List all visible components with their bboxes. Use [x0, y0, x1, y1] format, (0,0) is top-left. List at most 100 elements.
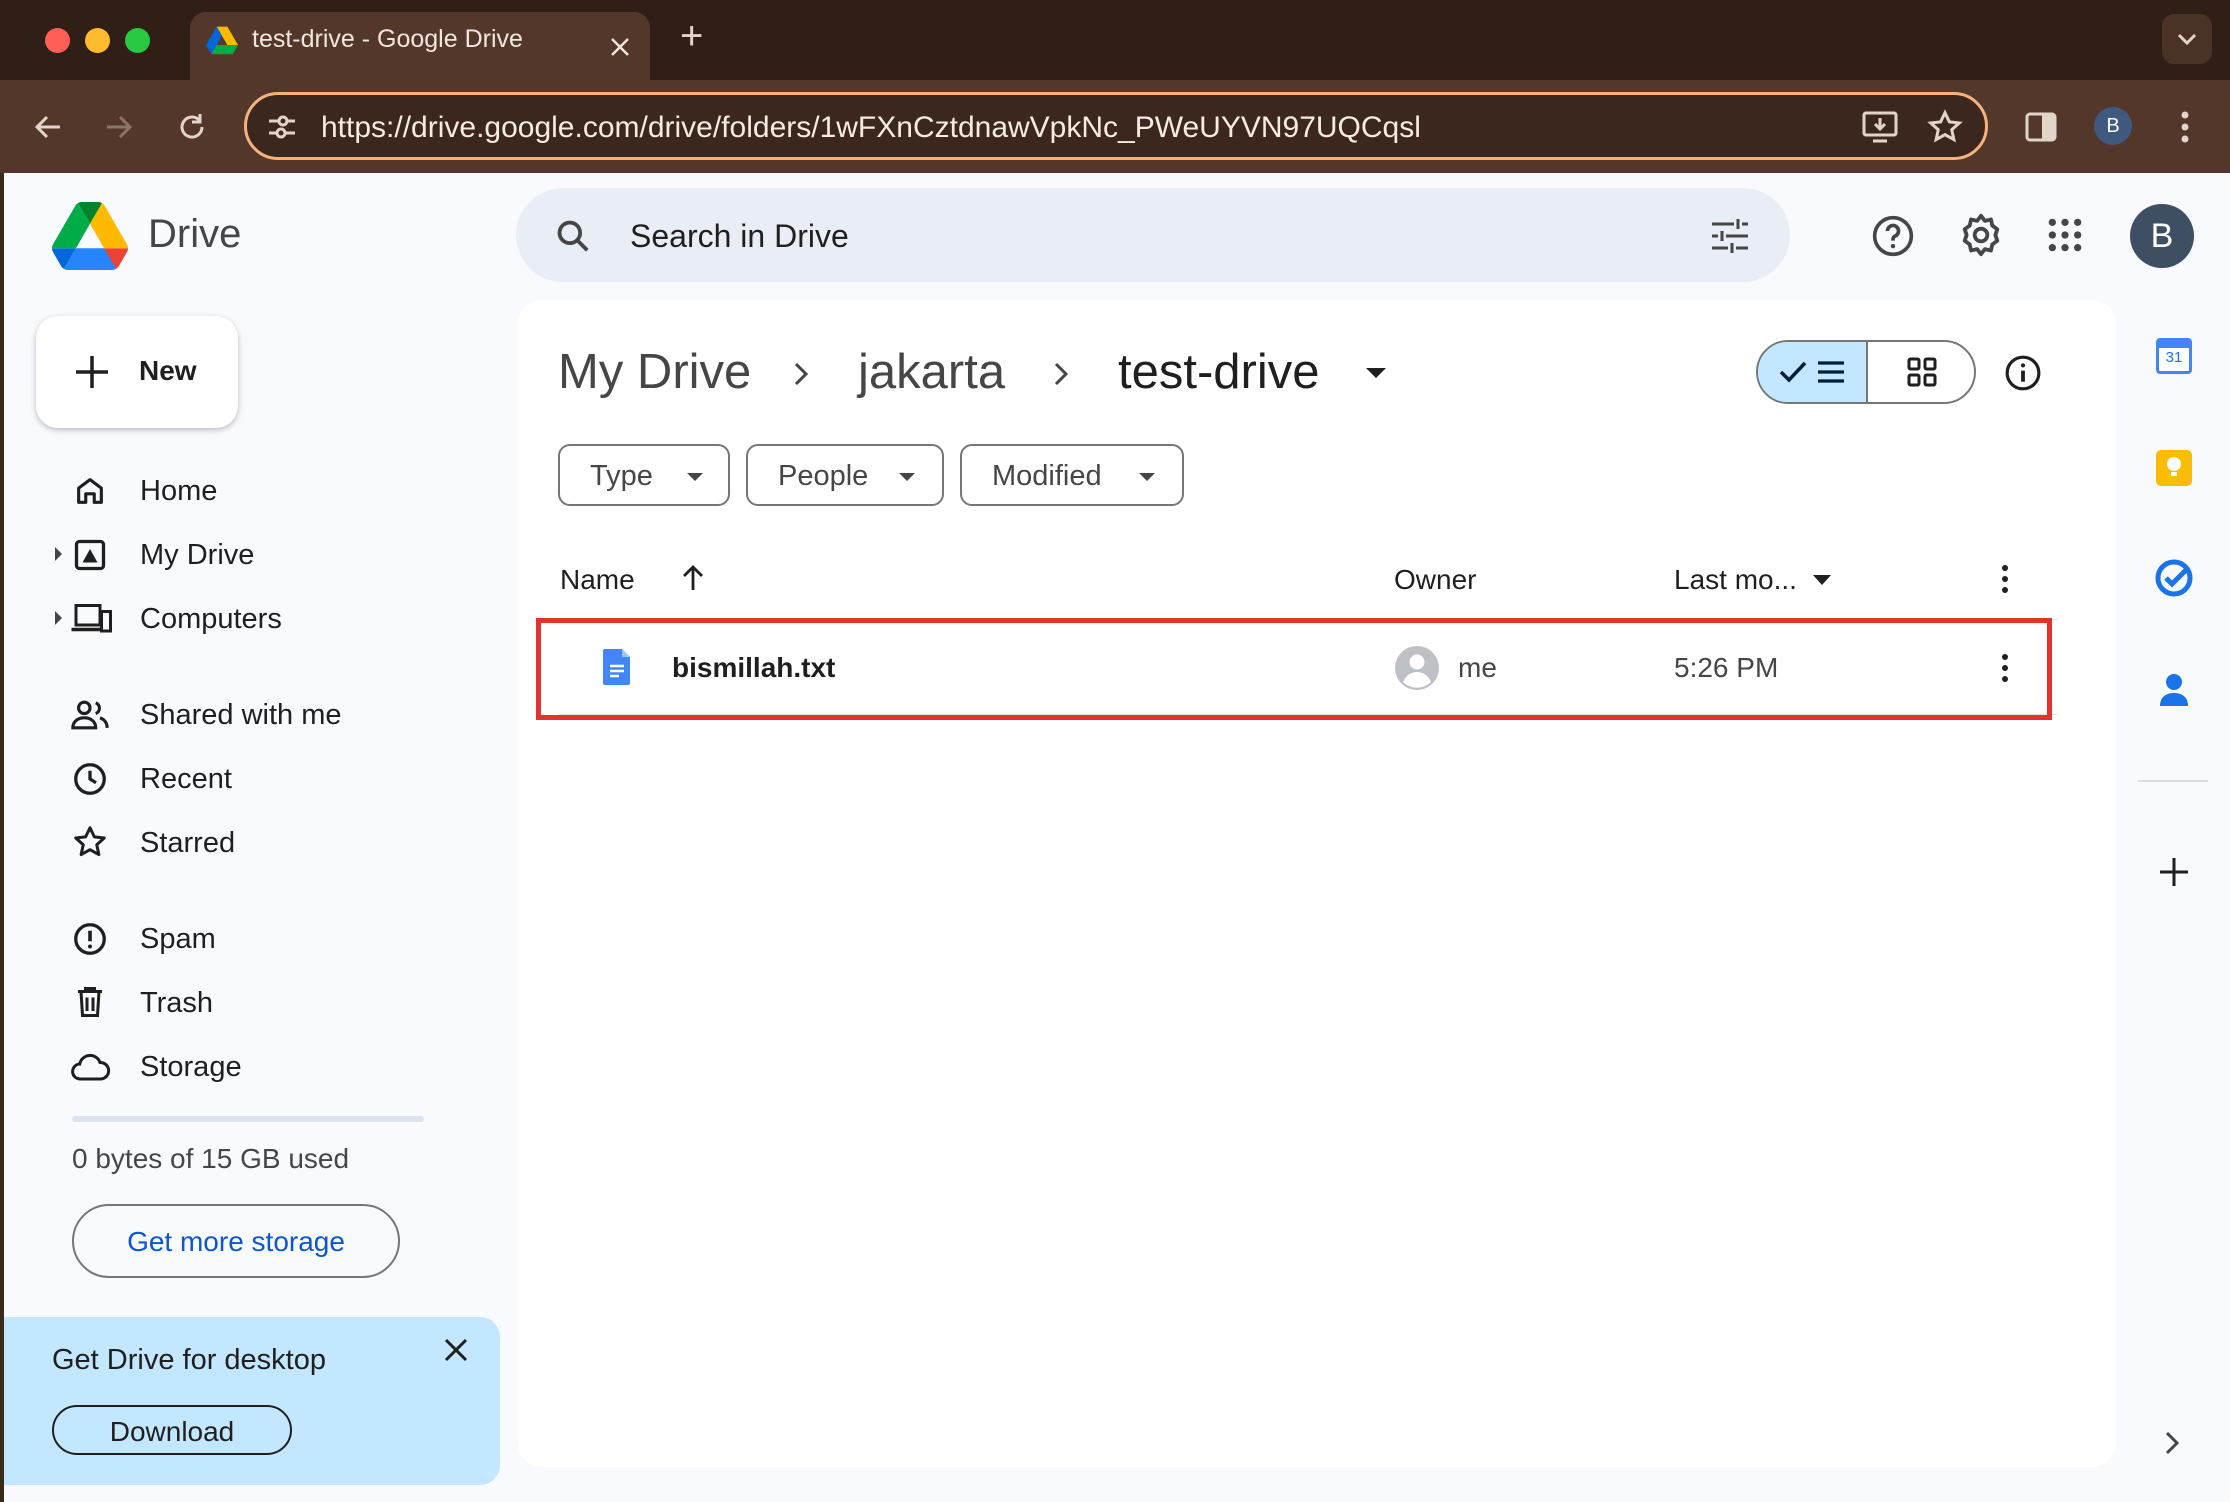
sidebar-item-my-drive[interactable]: My Drive [40, 522, 500, 586]
sidebar-item-storage[interactable]: Storage [40, 1034, 500, 1098]
sidebar-item-label: Trash [140, 987, 214, 1019]
list-icon [1818, 361, 1844, 383]
new-tab-button[interactable]: + [680, 14, 703, 59]
sidebar-item-label: My Drive [140, 539, 255, 571]
browser-menu-icon[interactable] [2170, 108, 2200, 146]
settings-gear-icon[interactable] [1958, 212, 2004, 258]
calendar-day: 31 [2165, 349, 2183, 366]
view-toggle [1756, 340, 1976, 404]
sidebar-item-spam[interactable]: Spam [40, 906, 500, 970]
sidebar-item-computers[interactable]: Computers [40, 586, 500, 650]
close-window-button[interactable] [45, 28, 70, 53]
drive-favicon-icon [206, 26, 238, 55]
dropdown-arrow-icon [899, 473, 915, 481]
bookmark-star-icon[interactable] [1927, 109, 1963, 145]
trash-icon [78, 987, 102, 1017]
back-icon[interactable] [32, 111, 64, 143]
add-addon-icon[interactable] [2158, 856, 2190, 888]
profile-avatar[interactable]: B [2094, 107, 2132, 145]
side-panel: 31 [2132, 300, 2212, 1480]
chevron-down-icon [2177, 33, 2197, 46]
install-app-icon[interactable] [1861, 109, 1899, 145]
list-view-button[interactable] [1758, 342, 1868, 402]
new-button-label: New [139, 355, 197, 386]
sort-up-arrow-icon[interactable] [680, 564, 706, 592]
sidebar-item-home[interactable]: Home [40, 458, 500, 522]
lightbulb-icon [2167, 457, 2181, 476]
filter-type-chip[interactable]: Type [558, 444, 730, 506]
filter-label: People [778, 460, 869, 492]
breadcrumb: My Drive jakarta test-drive [558, 338, 1398, 408]
search-options-icon[interactable] [1710, 217, 1750, 255]
breadcrumb-jakarta[interactable]: jakarta [858, 344, 1005, 400]
divider [2138, 780, 2208, 782]
current-folder-menu[interactable]: test-drive [1118, 338, 1398, 408]
get-more-storage-label: Get more storage [127, 1226, 345, 1257]
search-bar[interactable]: Search in Drive [516, 188, 1790, 282]
sidebar-item-label: Home [140, 475, 218, 507]
plus-icon [76, 356, 108, 388]
dropdown-arrow-icon [1139, 473, 1155, 481]
breadcrumb-my-drive[interactable]: My Drive [558, 344, 751, 400]
info-icon[interactable] [2004, 354, 2042, 392]
dropdown-arrow-icon [687, 473, 703, 481]
filter-label: Type [590, 460, 653, 492]
contacts-app-icon[interactable] [2158, 672, 2190, 708]
check-icon [1779, 361, 1807, 383]
tasks-app-icon[interactable] [2154, 558, 2194, 598]
chevron-right-icon[interactable] [2164, 1430, 2180, 1456]
minimize-window-button[interactable] [85, 28, 110, 53]
sort-down-arrow-icon[interactable] [1812, 574, 1832, 586]
promo-title: Get Drive for desktop [52, 1344, 326, 1376]
maximize-window-button[interactable] [125, 28, 150, 53]
sidebar-item-recent[interactable]: Recent [40, 746, 500, 810]
browser-tab-bar: test-drive - Google Drive + [0, 0, 2230, 82]
grid-view-icon[interactable] [1906, 356, 1938, 388]
expand-arrow-icon[interactable] [54, 610, 64, 626]
search-input[interactable]: Search in Drive [630, 218, 849, 255]
column-owner-header: Owner [1394, 564, 1477, 595]
clock-icon [74, 763, 106, 795]
sidebar-item-shared[interactable]: Shared with me [40, 682, 500, 746]
sidebar-item-starred[interactable]: Starred [40, 810, 500, 874]
url-text: https://drive.google.com/drive/folders/1… [321, 111, 1421, 144]
column-options-icon[interactable] [1998, 562, 2012, 596]
drive-logo-icon [52, 202, 128, 270]
expand-arrow-icon[interactable] [54, 546, 64, 562]
sidebar-toggle-icon[interactable] [2022, 108, 2060, 146]
new-button[interactable]: New [36, 316, 238, 428]
chevron-right-icon [794, 362, 809, 386]
download-button[interactable]: Download [52, 1405, 292, 1455]
storage-used-text: 0 bytes of 15 GB used [72, 1143, 350, 1174]
close-icon[interactable] [442, 1336, 470, 1364]
calendar-app-icon[interactable]: 31 [2156, 338, 2192, 374]
account-avatar[interactable]: B [2130, 204, 2194, 268]
table-header: Name Owner Last mo... [558, 552, 2058, 608]
sidebar-item-trash[interactable]: Trash [40, 970, 500, 1034]
address-bar[interactable]: https://drive.google.com/drive/folders/1… [244, 92, 1988, 160]
browser-tab[interactable]: test-drive - Google Drive [190, 12, 650, 82]
star-icon [74, 826, 106, 857]
close-tab-icon[interactable] [609, 36, 631, 58]
get-more-storage-button[interactable]: Get more storage [72, 1204, 400, 1278]
sidebar-item-label: Starred [140, 827, 236, 859]
sidebar-item-label: Computers [140, 603, 282, 635]
column-name-header[interactable]: Name [560, 564, 635, 596]
site-info-icon[interactable] [265, 111, 299, 143]
keep-app-icon[interactable] [2156, 450, 2192, 486]
help-icon[interactable] [1871, 214, 1915, 258]
sidebar-item-label: Storage [140, 1051, 242, 1083]
breadcrumb-current: test-drive [1118, 345, 1320, 399]
my-drive-icon [74, 539, 106, 571]
storage-bar [72, 1116, 424, 1122]
filter-modified-chip[interactable]: Modified [960, 444, 1184, 506]
home-icon [77, 478, 103, 504]
spam-icon [74, 923, 106, 955]
tab-search-button[interactable] [2162, 14, 2212, 64]
filter-people-chip[interactable]: People [746, 444, 944, 506]
column-modified-header[interactable]: Last mo... [1674, 564, 1797, 596]
drive-logo[interactable]: Drive [52, 200, 272, 272]
apps-grid-icon[interactable] [2046, 216, 2084, 254]
reload-icon[interactable] [176, 111, 208, 143]
forward-icon[interactable] [103, 111, 135, 143]
